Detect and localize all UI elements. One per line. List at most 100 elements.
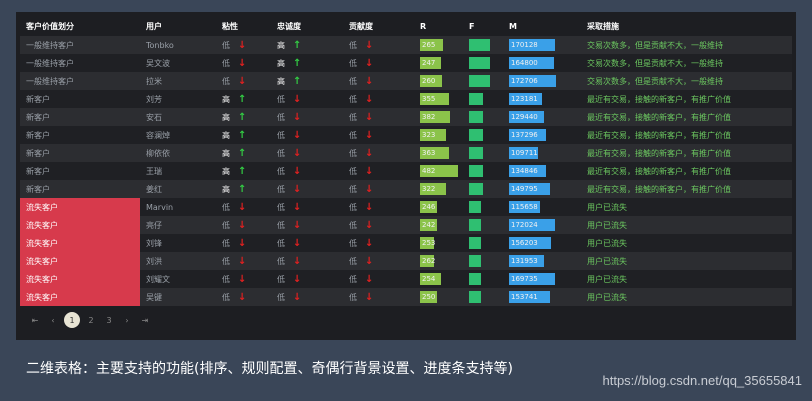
- cell-r: 262: [414, 252, 463, 270]
- page-3-button[interactable]: 3: [100, 316, 118, 325]
- cell-m: 172706: [503, 72, 581, 90]
- cell-f: [463, 72, 503, 90]
- page-1-button[interactable]: 1: [64, 312, 80, 328]
- cell-contribution: 低 ↓: [343, 234, 414, 252]
- arrow-down-icon: ↓: [365, 93, 374, 105]
- table-row[interactable]: 流失客户 亮仔低 ↓ 低 ↓ 低 ↓ 242 172024 用户已流失: [20, 216, 792, 234]
- cell-r: 247: [414, 54, 463, 72]
- header-segment[interactable]: 客户价值划分: [20, 16, 140, 36]
- r-progress-bar: 322: [420, 183, 446, 195]
- table-row[interactable]: 新客户 姜红高 ↑ 低 ↓ 低 ↓ 322 149795 最近有交易，接触的新客户，有推广价值: [20, 180, 792, 198]
- table-row[interactable]: 流失客户 刘锋低 ↓ 低 ↓ 低 ↓ 253 156203 用户已流失: [20, 234, 792, 252]
- cell-user: Tonbko: [146, 40, 174, 50]
- arrow-down-icon: ↓: [238, 219, 247, 231]
- arrow-down-icon: ↓: [365, 111, 374, 123]
- page-2-button[interactable]: 2: [82, 316, 100, 325]
- f-progress-bar: [469, 75, 490, 87]
- header-r[interactable]: R: [414, 16, 463, 36]
- loyalty-value: 低: [277, 292, 285, 302]
- header-m[interactable]: M: [503, 16, 581, 36]
- arrow-up-icon: ↑: [238, 93, 247, 105]
- stickiness-value: 高: [222, 94, 230, 104]
- arrow-up-icon: ↑: [293, 57, 302, 69]
- next-page-icon[interactable]: ›: [118, 316, 136, 325]
- prev-page-icon[interactable]: ‹: [44, 316, 62, 325]
- cell-f: [463, 54, 503, 72]
- cell-action: 用户已流失: [587, 202, 627, 212]
- cell-stickiness: 低 ↓: [216, 288, 271, 306]
- last-page-icon[interactable]: ⇥: [136, 316, 154, 325]
- cell-contribution: 低 ↓: [343, 54, 414, 72]
- arrow-down-icon: ↓: [365, 237, 374, 249]
- cell-contribution: 低 ↓: [343, 108, 414, 126]
- cell-m: 149795: [503, 180, 581, 198]
- r-progress-bar: 323: [420, 129, 446, 141]
- arrow-down-icon: ↓: [293, 237, 302, 249]
- r-progress-bar: 355: [420, 93, 449, 105]
- cell-loyalty: 高 ↑: [271, 72, 343, 90]
- header-f[interactable]: F: [463, 16, 503, 36]
- f-progress-bar: [469, 111, 483, 123]
- table-row[interactable]: 新客户 容澜焯高 ↑ 低 ↓ 低 ↓ 323 137296 最近有交易，接触的新客户，有推广价值: [20, 126, 792, 144]
- cell-action: 最近有交易，接触的新客户，有推广价值: [587, 166, 731, 176]
- cell-stickiness: 低 ↓: [216, 72, 271, 90]
- cell-loyalty: 低 ↓: [271, 252, 343, 270]
- f-progress-bar: [469, 57, 490, 69]
- cell-f: [463, 270, 503, 288]
- m-progress-bar: 109711: [509, 147, 538, 159]
- cell-f: [463, 216, 503, 234]
- contribution-value: 低: [349, 112, 357, 122]
- r-progress-bar: 242: [420, 219, 437, 231]
- r-progress-bar: 254: [420, 273, 441, 285]
- cell-user: 安石: [146, 112, 162, 122]
- table-row[interactable]: 一般维持客户 Tonbko 低 ↓ 高 ↑ 低 ↓ 265 170128 交易次数多，但是贡献不大，…: [20, 36, 792, 54]
- arrow-down-icon: ↓: [238, 39, 247, 51]
- cell-r: 253: [414, 234, 463, 252]
- table-row[interactable]: 一般维持客户 拉米低 ↓ 高 ↑ 低 ↓ 260 172706 交易次数多，但是贡献不大，一般维持: [20, 72, 792, 90]
- cell-stickiness: 低 ↓: [216, 252, 271, 270]
- table-row[interactable]: 新客户 安石高 ↑ 低 ↓ 低 ↓ 382 129440 最近有交易，接触的新客户，有推广价值: [20, 108, 792, 126]
- cell-segment: 一般维持客户: [26, 40, 74, 50]
- table-row[interactable]: 流失客户 Marvin 低 ↓ 低 ↓ 低 ↓ 246 115658 用户已流失: [20, 198, 792, 216]
- cell-f: [463, 108, 503, 126]
- cell-segment: 一般维持客户: [26, 76, 74, 86]
- arrow-up-icon: ↑: [238, 111, 247, 123]
- r-progress-bar: 265: [420, 39, 443, 51]
- stickiness-value: 低: [222, 58, 230, 68]
- cell-loyalty: 低 ↓: [271, 288, 343, 306]
- loyalty-value: 低: [277, 256, 285, 266]
- cell-loyalty: 低 ↓: [271, 162, 343, 180]
- header-stickiness[interactable]: 粘性: [216, 16, 271, 36]
- cell-segment: 一般维持客户: [26, 58, 74, 68]
- cell-stickiness: 高 ↑: [216, 162, 271, 180]
- cell-user: 刘耀文: [146, 274, 170, 284]
- first-page-icon[interactable]: ⇤: [26, 316, 44, 325]
- header-action[interactable]: 采取措施: [581, 16, 792, 36]
- cell-user: 王瑞: [146, 166, 162, 176]
- m-progress-bar: 129440: [509, 111, 544, 123]
- table-row[interactable]: 流失客户 吴键低 ↓ 低 ↓ 低 ↓ 250 153741 用户已流失: [20, 288, 792, 306]
- m-progress-bar: 156203: [509, 237, 551, 249]
- loyalty-value: 低: [277, 184, 285, 194]
- contribution-value: 低: [349, 166, 357, 176]
- cell-r: 246: [414, 198, 463, 216]
- table-row[interactable]: 新客户 王瑞高 ↑ 低 ↓ 低 ↓ 482 134846 最近有交易，接触的新客户，有推广价值: [20, 162, 792, 180]
- stickiness-value: 高: [222, 112, 230, 122]
- cell-loyalty: 高 ↑: [271, 54, 343, 72]
- m-progress-bar: 153741: [509, 291, 550, 303]
- table-row[interactable]: 一般维持客户 吴文波低 ↓ 高 ↑ 低 ↓ 247 164800 交易次数多，但是贡献不大，一般维…: [20, 54, 792, 72]
- cell-m: 172024: [503, 216, 581, 234]
- table-row[interactable]: 流失客户 刘耀文低 ↓ 低 ↓ 低 ↓ 254 169735 用户已流失: [20, 270, 792, 288]
- stickiness-value: 低: [222, 40, 230, 50]
- table-row[interactable]: 新客户 柳依依高 ↑ 低 ↓ 低 ↓ 363 109711 最近有交易，接触的新客户，有推广价值: [20, 144, 792, 162]
- header-user[interactable]: 用户: [140, 16, 216, 36]
- header-loyalty[interactable]: 忠诚度: [271, 16, 343, 36]
- header-contribution[interactable]: 贡献度: [343, 16, 414, 36]
- cell-action: 用户已流失: [587, 292, 627, 302]
- table-row[interactable]: 流失客户 刘洪低 ↓ 低 ↓ 低 ↓ 262 131953 用户已流失: [20, 252, 792, 270]
- cell-action: 用户已流失: [587, 220, 627, 230]
- r-progress-bar: 246: [420, 201, 437, 213]
- table-row[interactable]: 新客户 刘芳高 ↑ 低 ↓ 低 ↓ 355 123181 最近有交易，接触的新客户，有推广价值: [20, 90, 792, 108]
- cell-stickiness: 低 ↓: [216, 198, 271, 216]
- cell-contribution: 低 ↓: [343, 144, 414, 162]
